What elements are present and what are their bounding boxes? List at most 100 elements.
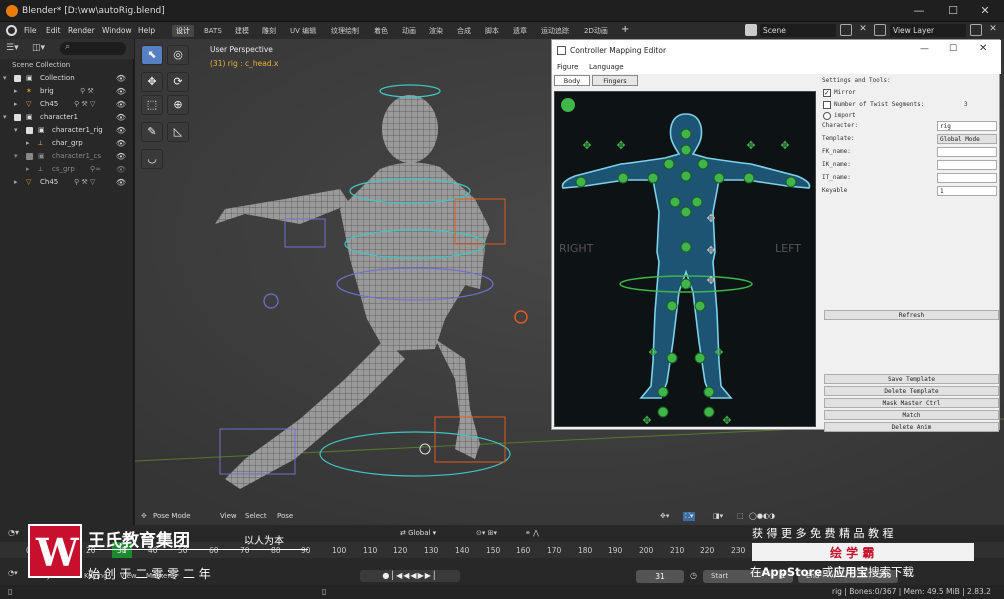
workspace-tab-rendering[interactable]: 渲染 [425,25,447,37]
visibility-icon[interactable]: 👁 [116,72,126,85]
controller-dot[interactable] [694,352,706,364]
refresh-button[interactable]: Refresh [824,310,999,320]
controller-dot[interactable] [680,144,692,156]
menu-help[interactable]: Help [138,26,155,35]
controller-dot[interactable] [666,300,678,312]
rotate-tool-icon[interactable]: ⟳ [167,72,189,92]
select-tool-icon[interactable]: ⬉ [141,45,163,65]
fk-ik-switch-icon[interactable]: ✥ [714,346,723,359]
controller-dot[interactable] [680,278,692,290]
visibility-icon[interactable]: 👁 [116,124,126,137]
annotate-tool-icon[interactable]: ✎ [141,122,163,142]
controller-dot[interactable] [743,172,755,184]
controller-dot[interactable] [697,158,709,170]
workspace-tab-shading[interactable]: 着色 [370,25,392,37]
outliner-row[interactable]: ▸ ⟂ cs_grp ⚲∞ 👁 [0,163,134,176]
controller-dot[interactable] [617,172,629,184]
outliner-row[interactable]: ▾ ▣ character1_cs 👁 [0,150,134,163]
wireframe-toggle-icon[interactable]: ⬚ [737,512,744,520]
fk-ik-switch-icon[interactable]: ✥ [706,274,715,287]
expand-arrow-icon[interactable]: ▸ [26,137,30,150]
blender-menu-icon[interactable] [6,25,17,36]
import-radio[interactable] [823,112,831,120]
controller-dot[interactable] [703,406,715,418]
checkbox-icon[interactable] [14,75,21,82]
controller-dot[interactable] [575,176,587,188]
menu-file[interactable]: File [24,26,37,35]
cursor-tool-icon[interactable]: ◎ [167,45,189,65]
mirror-checkbox[interactable]: ✓ [823,89,831,97]
fk-ik-switch-icon[interactable]: ✥ [706,244,715,257]
controller-dot[interactable] [713,172,725,184]
overlay-toggle-icon[interactable]: ⛶▾ [683,512,696,521]
expand-arrow-icon[interactable]: ▸ [14,98,18,111]
workspace-tab-extra[interactable]: 遗章 [509,25,531,37]
cme-field-input[interactable]: 1 [937,186,997,196]
menu-window[interactable]: Window [102,26,132,35]
controller-dot[interactable] [663,158,675,170]
cme-close-button[interactable]: ✕ [979,43,987,54]
scene-selector[interactable]: Scene [760,24,836,37]
body-picker-canvas[interactable]: ✥ ✥ ✥ ✥ ✥ ✥ ✥ ✥ ✥ ✥ ✥ RIGHT LEFT [554,91,816,427]
scale-tool-icon[interactable]: ⬚ [141,95,163,115]
controller-dot[interactable] [657,386,669,398]
close-button[interactable]: ✕ [970,3,1000,19]
save-template-button[interactable]: Save Template [824,374,999,384]
expand-arrow-icon[interactable]: ▾ [3,111,7,124]
3d-viewport[interactable]: ⬉ ◎ ✥ ⟳ ⬚ ⊕ ✎ ◺ ◡ User Perspective (31) … [135,39,1004,525]
display-mode-icon[interactable]: ◫▾ [32,43,50,54]
move-tool-icon[interactable]: ✥ [141,72,163,92]
playback-controls[interactable]: ●│◀◀◀▶▶│ [360,570,460,582]
maximize-button[interactable]: ☐ [938,3,968,19]
expand-arrow-icon[interactable]: ▾ [14,124,18,137]
controller-dot[interactable] [680,128,692,140]
expand-arrow-icon[interactable]: ▸ [26,163,30,176]
workspace-tab-uv[interactable]: UV 编辑 [286,25,320,37]
outliner-row[interactable]: ▸ ▽ Ch45 ⚲ ⚒ ▽ 👁 [0,176,134,189]
menu-render[interactable]: Render [68,26,95,35]
bone-roll-tool-icon[interactable]: ◡ [141,149,163,169]
workspace-tab-compositing[interactable]: 合成 [453,25,475,37]
controller-dot[interactable] [680,170,692,182]
workspace-tab-design[interactable]: 设计 [172,25,194,37]
viewport-shading-icons[interactable]: ◯●◐◑ [749,512,775,520]
delete-anim-button[interactable]: Delete Anim [824,422,999,432]
controller-dot[interactable] [691,196,703,208]
outliner-row[interactable]: ▸ ✶ brig ⚲ ⚒ 👁 [0,85,134,98]
cme-field-input[interactable] [937,160,997,170]
controller-dot[interactable] [647,172,659,184]
controller-dot[interactable] [703,386,715,398]
visibility-icon[interactable]: 👁 [116,163,126,176]
mask-master-ctrl-button[interactable]: Mask Master Ctrl [824,398,999,408]
outliner-search-input[interactable]: ⌕ [60,42,126,55]
header-menu-select[interactable]: Select [245,512,267,520]
cme-minimize-button[interactable]: — [920,44,929,54]
playback-icon[interactable]: ◔▾ [8,569,18,577]
pivot-icon[interactable]: ⊙▾ ⊞▾ [476,529,497,537]
menu-edit[interactable]: Edit [46,26,61,35]
twist-segments-checkbox[interactable] [823,101,831,109]
cme-tab-fingers[interactable]: Fingers [592,75,638,86]
add-workspace-button[interactable]: + [621,24,629,35]
workspace-tab-motion-tracking[interactable]: 运动追踪 [537,25,573,37]
outliner-row[interactable]: ▸ ▽ Ch45 ⚲ ⚒ ▽ 👁 [0,98,134,111]
editor-type-icon[interactable]: ☰▾ [6,43,24,54]
workspace-tab-sculpt[interactable]: 雕刻 [258,25,280,37]
xray-toggle-icon[interactable]: ◨▾ [713,512,723,520]
checkbox-icon[interactable] [14,114,21,121]
minimize-button[interactable]: — [904,3,934,19]
controller-dot[interactable] [680,206,692,218]
fk-ik-switch-icon[interactable]: ✥ [746,139,755,152]
outliner-row[interactable]: ▾ ▣ character1_rig 👁 [0,124,134,137]
outliner-row[interactable]: ▸ ⟂ char_grp 👁 [0,137,134,150]
mode-selector[interactable]: Pose Mode [153,512,191,520]
controller-dot[interactable] [694,300,706,312]
visibility-icon[interactable]: 👁 [116,176,126,189]
visibility-icon[interactable]: 👁 [116,85,126,98]
controller-dot[interactable] [785,176,797,188]
orientation-selector[interactable]: ⇄ Global ▾ [400,529,436,537]
workspace-tab-animation[interactable]: 动画 [398,25,420,37]
expand-arrow-icon[interactable]: ▾ [14,150,18,163]
workspace-tab-bats[interactable]: BATS [200,25,226,37]
workspace-tab-2d-animation[interactable]: 2D动画 [580,25,612,37]
